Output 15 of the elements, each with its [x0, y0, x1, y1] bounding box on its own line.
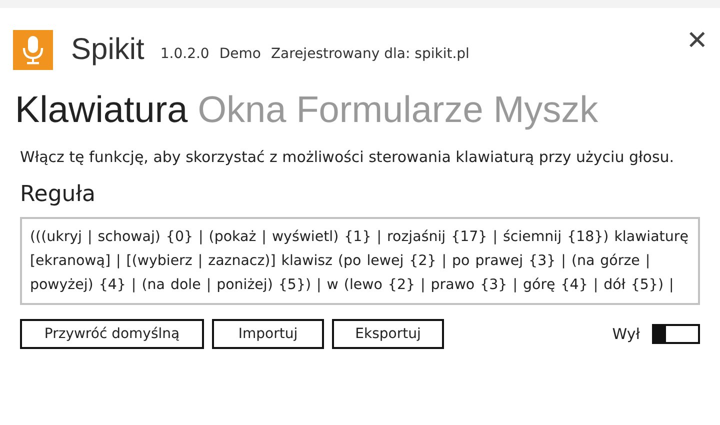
app-name: Spikit	[71, 33, 144, 67]
app-version: 1.0.2.0	[160, 46, 210, 62]
rule-heading: Reguła	[20, 182, 96, 207]
action-button[interactable]: Eksportuj	[332, 319, 444, 349]
close-button[interactable]: ✕	[686, 26, 708, 56]
registration-label: Zarejestrowany dla: spikit.pl	[270, 46, 470, 62]
action-button[interactable]: Przywróć domyślną	[20, 319, 204, 349]
description-text: Włącz tę funkcję, aby skorzystać z możliwości sterowania klawiaturą przy użyciu głosu.	[20, 147, 676, 168]
action-button[interactable]: Importuj	[212, 319, 324, 349]
tab[interactable]: Klawiatura	[15, 86, 188, 134]
toggle-switch[interactable]	[652, 324, 700, 344]
rule-field[interactable]: (((ukryj | schowaj) {0} | (pokaż | wyświetl) {1} | rozjaśnij {17} | ściemnij {18}) klawiaturę [ekranową] | [(wybierz | zaznacz)] klawisz (po lewej {2} | po prawej {3} | (na górze | powyżej) {4} | (na dole | poniżej) {5}) | w (lewo {2} | prawo {3} | górę {4} | dół {5}) |	[20, 217, 700, 305]
edition-label: Demo	[219, 46, 261, 62]
toggle-label: Wył	[612, 325, 640, 343]
microphone-logo-icon	[13, 30, 53, 70]
